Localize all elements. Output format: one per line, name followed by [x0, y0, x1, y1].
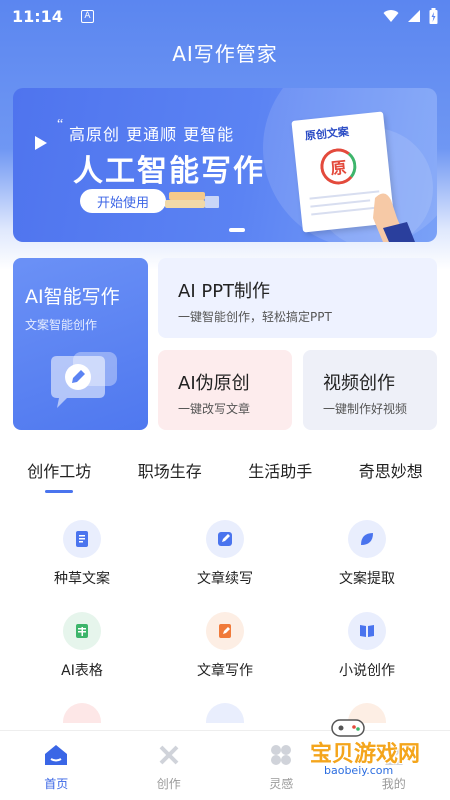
hand-illustration	[373, 193, 415, 242]
tab-life[interactable]: 生活助手	[230, 458, 330, 490]
card-subtitle: 文案智能创作	[25, 318, 98, 332]
tool-label: 种草文案	[54, 571, 110, 587]
nav-create[interactable]: 创作	[113, 731, 226, 800]
note-icon	[63, 520, 101, 558]
tool-item[interactable]: 文章续写	[165, 520, 285, 588]
card-title: AI伪原创	[178, 373, 250, 394]
leaf-icon	[348, 520, 386, 558]
tool-item[interactable]: AI表格	[22, 612, 142, 680]
banner-title: 人工智能写作	[73, 154, 265, 189]
status-time: 11:14	[12, 6, 63, 26]
category-tabs: 创作工坊 职场生存 生活助手 奇思妙想	[0, 458, 450, 493]
banner-subtitle: 高原创 更通顺 更智能	[69, 125, 235, 144]
card-ppt[interactable]: AI PPT制作 一键智能创作，轻松搞定PPT	[158, 258, 437, 338]
watermark-url: baobeiy.com	[324, 764, 394, 777]
wifi-icon	[383, 10, 399, 22]
status-bar: 11:14 A	[0, 0, 450, 32]
svg-text:“: “	[57, 118, 63, 128]
tool-label: 文章写作	[197, 663, 253, 679]
card-title: AI智能写作	[25, 286, 120, 308]
gamepad-icon	[331, 719, 365, 737]
document-stamp: 原	[318, 146, 359, 187]
site-watermark: 宝贝游戏网 baobeiy.com	[310, 718, 438, 778]
tool-item[interactable]: 种草文案	[22, 520, 142, 588]
start-button[interactable]: 开始使用	[80, 189, 166, 213]
tool-label: 文章续写	[197, 571, 253, 587]
tab-workshop[interactable]: 创作工坊	[9, 458, 109, 493]
card-title: AI PPT制作	[178, 281, 271, 302]
card-rewrite[interactable]: AI伪原创 一键改写文章	[158, 350, 292, 430]
battery-icon	[429, 8, 438, 24]
card-subtitle: 一键改写文章	[178, 402, 251, 416]
card-ai-write[interactable]: AI智能写作 文案智能创作	[13, 258, 148, 430]
card-subtitle: 一键智能创作，轻松搞定PPT	[178, 310, 332, 324]
book-icon	[348, 612, 386, 650]
tool-label: 文案提取	[339, 571, 395, 587]
notification-icon: A	[80, 9, 94, 23]
app-title: AI写作管家	[172, 42, 278, 66]
quote-icon: ”	[249, 166, 255, 176]
document-lines	[310, 199, 371, 208]
card-video[interactable]: 视频创作 一键制作好视频	[303, 350, 437, 430]
card-title: 视频创作	[323, 373, 395, 394]
tab-workplace[interactable]: 职场生存	[120, 458, 220, 490]
document-label: 原创文案	[304, 125, 350, 143]
nav-label: 创作	[156, 777, 181, 791]
stamp-char: 原	[329, 157, 348, 179]
svg-text:”: ”	[249, 166, 255, 176]
pen-icon	[206, 520, 244, 558]
tool-item[interactable]: 文章写作	[165, 612, 285, 680]
tool-label: 小说创作	[339, 663, 395, 679]
tab-ideas[interactable]: 奇思妙想	[341, 458, 441, 490]
status-indicators	[383, 8, 438, 24]
tool-icon-partial	[206, 703, 244, 723]
tool-label: AI表格	[61, 663, 103, 679]
signal-icon	[408, 10, 420, 22]
nav-home[interactable]: 首页	[0, 731, 113, 800]
sparkle-icon	[35, 136, 47, 150]
banner-page-indicator	[229, 228, 245, 232]
table-icon	[63, 612, 101, 650]
tool-item[interactable]: 文案提取	[307, 520, 427, 588]
promo-banner[interactable]: “ 高原创 更通顺 更智能 人工智能写作 ” 开始使用 原创文案 原	[13, 88, 437, 242]
home-icon	[0, 743, 113, 767]
tool-icon-partial	[63, 703, 101, 723]
edit-doc-icon	[206, 612, 244, 650]
books-illustration	[165, 192, 219, 208]
tool-item[interactable]: 小说创作	[307, 612, 427, 680]
tools-icon	[113, 743, 226, 767]
quote-icon: “	[57, 118, 63, 128]
nav-label: 首页	[44, 777, 69, 791]
chat-edit-icon	[51, 352, 117, 408]
card-subtitle: 一键制作好视频	[323, 402, 408, 416]
